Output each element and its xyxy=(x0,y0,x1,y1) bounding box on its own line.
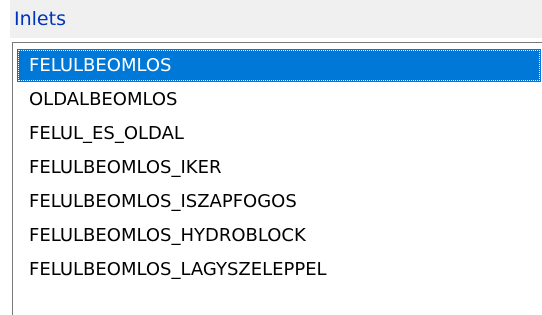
list-item-felul-es-oldal[interactable]: FELUL_ES_OLDAL xyxy=(17,117,541,150)
list-item-felulbeomlos-iszapfogos[interactable]: FELULBEOMLOS_ISZAPFOGOS xyxy=(17,185,541,218)
inlets-group-header: Inlets xyxy=(10,0,542,38)
inlets-listbox[interactable]: FELULBEOMLOS OLDALBEOMLOS FELUL_ES_OLDAL… xyxy=(12,42,542,315)
list-item-felulbeomlos-hydroblock[interactable]: FELULBEOMLOS_HYDROBLOCK xyxy=(17,219,541,252)
list-item-felulbeomlos-lagyszeleppel[interactable]: FELULBEOMLOS_LAGYSZELEPPEL xyxy=(17,253,541,286)
list-item-felulbeomlos-iker[interactable]: FELULBEOMLOS_IKER xyxy=(17,151,541,184)
inlets-group-title: Inlets xyxy=(14,8,66,30)
list-item-oldalbeomlos[interactable]: OLDALBEOMLOS xyxy=(17,83,541,116)
list-item-felulbeomlos[interactable]: FELULBEOMLOS xyxy=(17,49,541,82)
